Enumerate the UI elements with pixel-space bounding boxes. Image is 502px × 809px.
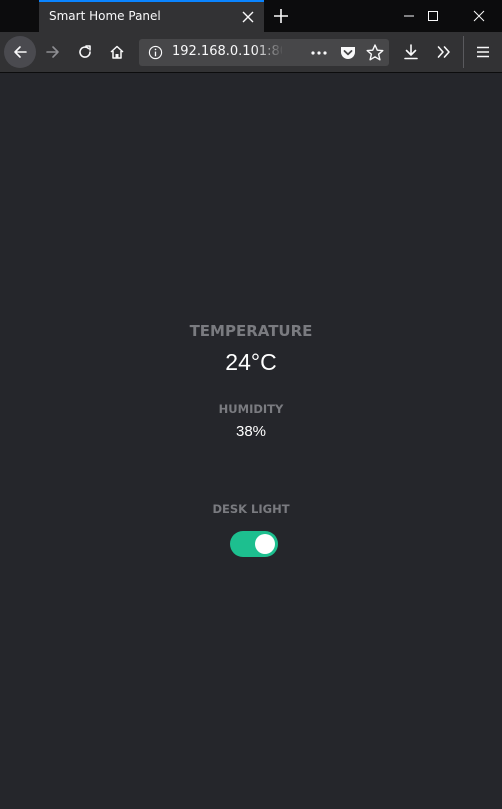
browser-tab[interactable]: Smart Home Panel <box>39 0 264 32</box>
plus-icon[interactable] <box>271 6 291 26</box>
humidity-value: 38% <box>235 423 267 440</box>
close-icon[interactable] <box>240 9 256 25</box>
pocket-icon[interactable] <box>338 43 358 63</box>
tab-strip: Smart Home Panel <box>0 0 502 32</box>
arrow-left-icon[interactable] <box>4 36 36 68</box>
url-bar[interactable]: 192.168.0.101:8080 <box>139 39 389 66</box>
desk-light-toggle[interactable] <box>230 531 278 557</box>
temperature-value: 24°C <box>225 349 277 375</box>
humidity-label: HUMIDITY <box>218 402 284 416</box>
hamburger-menu-icon[interactable] <box>469 38 497 66</box>
temperature-label: TEMPERATURE <box>189 322 313 340</box>
arrow-right-icon[interactable] <box>39 38 67 66</box>
reload-icon[interactable] <box>71 38 99 66</box>
toggle-knob[interactable] <box>255 534 275 554</box>
page-content: TEMPERATURE 24°C HUMIDITY 38% DESK LIGHT <box>0 73 502 809</box>
home-icon[interactable] <box>103 38 131 66</box>
tab-title: Smart Home Panel <box>49 9 161 23</box>
desk-light-label: DESK LIGHT <box>212 502 290 516</box>
window-close-icon[interactable] <box>456 0 502 32</box>
info-icon[interactable] <box>148 45 163 64</box>
chevron-double-right-icon[interactable] <box>430 38 458 66</box>
star-icon[interactable] <box>365 43 385 63</box>
toolbar-separator <box>463 36 464 68</box>
download-icon[interactable] <box>397 38 425 66</box>
navigation-toolbar: 192.168.0.101:8080 <box>0 32 502 73</box>
maximize-icon[interactable] <box>410 0 456 32</box>
more-dots-icon[interactable] <box>309 43 329 63</box>
